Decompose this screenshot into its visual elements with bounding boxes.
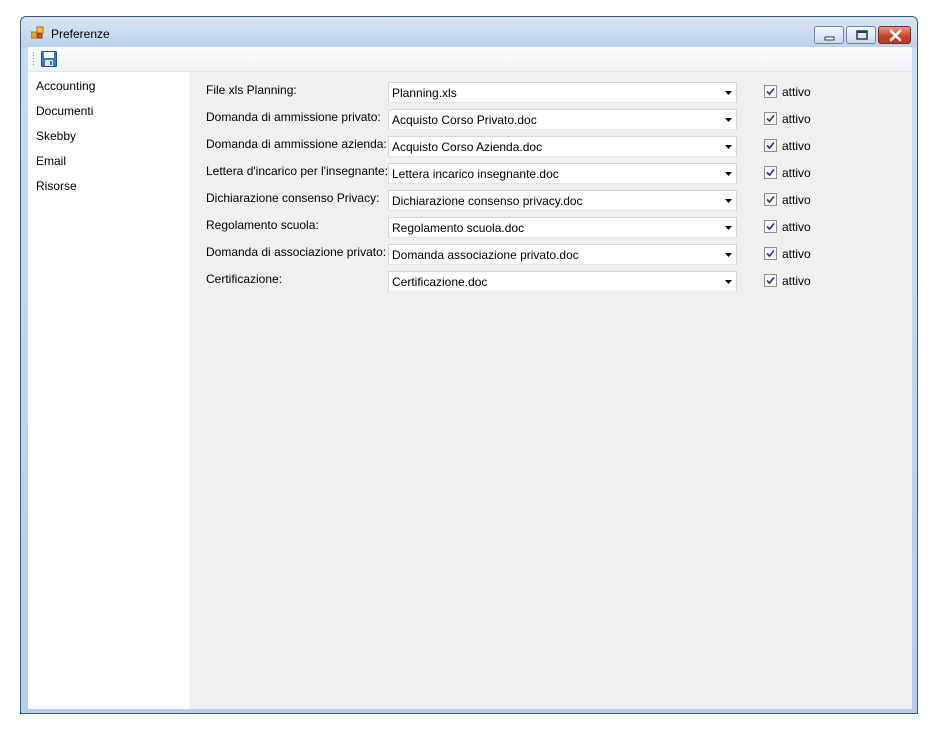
file-combobox[interactable]: Planning.xls — [388, 82, 737, 103]
window-title: Preferenze — [51, 27, 110, 41]
file-combobox[interactable]: Lettera incarico insegnante.doc — [388, 163, 737, 184]
checkbox-label: attivo — [782, 220, 811, 234]
minimize-button[interactable] — [814, 26, 844, 44]
checkbox-label: attivo — [782, 139, 811, 153]
checkbox-label: attivo — [782, 85, 811, 99]
active-checkbox[interactable] — [764, 112, 777, 125]
client-area: Accounting Documenti Skebby Email Risors… — [28, 47, 912, 709]
active-checkbox[interactable] — [764, 274, 777, 287]
chevron-down-icon[interactable] — [724, 171, 733, 177]
row-label: Domanda di ammissione privato: — [206, 110, 381, 124]
save-icon[interactable] — [40, 50, 58, 68]
checkbox-label: attivo — [782, 112, 811, 126]
chevron-down-icon[interactable] — [724, 198, 733, 204]
active-checkbox[interactable] — [764, 247, 777, 260]
chevron-down-icon[interactable] — [724, 252, 733, 258]
file-combobox[interactable]: Regolamento scuola.doc — [388, 217, 737, 238]
close-button[interactable] — [878, 26, 911, 44]
toolbar-grip-icon[interactable] — [32, 51, 35, 67]
combo-value: Acquisto Corso Azienda.doc — [392, 140, 543, 154]
row-label: File xls Planning: — [206, 83, 297, 97]
sidebar-item-risorse[interactable]: Risorse — [36, 179, 77, 193]
row-label: Certificazione: — [206, 272, 283, 286]
checkbox-label: attivo — [782, 193, 811, 207]
combo-value: Certificazione.doc — [392, 275, 488, 289]
sidebar: Accounting Documenti Skebby Email Risors… — [28, 72, 189, 709]
chevron-down-icon[interactable] — [724, 225, 733, 231]
file-combobox[interactable]: Dichiarazione consenso privacy.doc — [388, 190, 737, 211]
file-combobox[interactable]: Acquisto Corso Azienda.doc — [388, 136, 737, 157]
chevron-down-icon[interactable] — [724, 90, 733, 96]
sidebar-item-accounting[interactable]: Accounting — [36, 79, 95, 93]
maximize-button[interactable] — [846, 26, 876, 44]
active-checkbox[interactable] — [764, 166, 777, 179]
chevron-down-icon[interactable] — [724, 144, 733, 150]
combo-value: Planning.xls — [392, 86, 457, 100]
combo-value: Regolamento scuola.doc — [392, 221, 525, 235]
file-combobox[interactable]: Acquisto Corso Privato.doc — [388, 109, 737, 130]
row-label: Lettera d'incarico per l'insegnante: — [206, 164, 389, 178]
toolbar — [28, 47, 912, 72]
active-checkbox[interactable] — [764, 220, 777, 233]
checkbox-label: attivo — [782, 274, 811, 288]
minimize-icon — [824, 36, 835, 41]
row-label: Domanda di ammissione azienda: — [206, 137, 387, 151]
checkbox-label: attivo — [782, 247, 811, 261]
row-label: Regolamento scuola: — [206, 218, 319, 232]
chevron-down-icon[interactable] — [724, 279, 733, 285]
active-checkbox[interactable] — [764, 193, 777, 206]
chevron-down-icon[interactable] — [724, 117, 733, 123]
title-bar[interactable]: Preferenze — [21, 17, 917, 47]
close-icon — [889, 29, 902, 42]
sidebar-item-skebby[interactable]: Skebby — [36, 129, 76, 143]
preferences-window: Preferenze Accounting Documenti Skebby E… — [20, 16, 918, 714]
combo-value: Acquisto Corso Privato.doc — [392, 113, 537, 127]
maximize-icon — [856, 30, 868, 40]
file-combobox[interactable]: Domanda associazione privato.doc — [388, 244, 737, 265]
sidebar-item-documenti[interactable]: Documenti — [36, 104, 93, 118]
combo-value: Dichiarazione consenso privacy.doc — [392, 194, 583, 208]
app-icon — [31, 26, 44, 39]
combo-value: Lettera incarico insegnante.doc — [392, 167, 559, 181]
combo-value: Domanda associazione privato.doc — [392, 248, 579, 262]
active-checkbox[interactable] — [764, 139, 777, 152]
row-label: Domanda di associazione privato: — [206, 245, 387, 259]
sidebar-item-email[interactable]: Email — [36, 154, 66, 168]
file-combobox[interactable]: Certificazione.doc — [388, 271, 737, 292]
active-checkbox[interactable] — [764, 85, 777, 98]
row-label: Dichiarazione consenso Privacy: — [206, 191, 380, 205]
checkbox-label: attivo — [782, 166, 811, 180]
